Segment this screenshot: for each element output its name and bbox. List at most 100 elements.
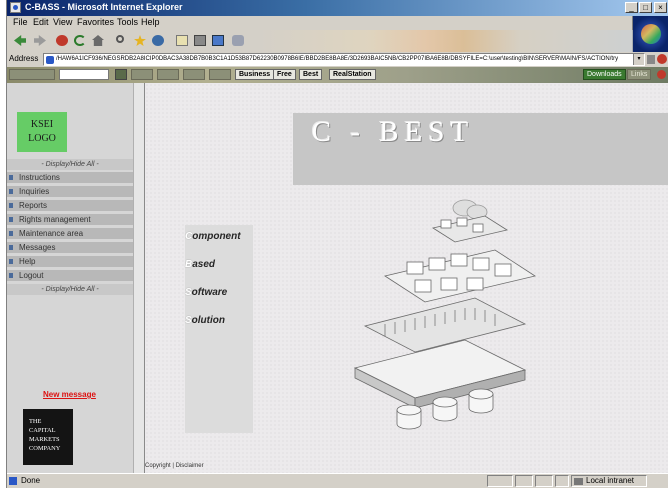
link-button-4[interactable] bbox=[209, 69, 231, 80]
status-pane bbox=[535, 475, 553, 487]
acronym-solution: Solution bbox=[185, 315, 225, 326]
browser-window: C-BASS - Microsoft Internet Explorer _ □… bbox=[6, 0, 668, 488]
links-search-input[interactable] bbox=[59, 69, 109, 80]
menu-edit[interactable]: Edit bbox=[33, 17, 49, 27]
display-hide-all-bottom[interactable]: - Display/Hide All - bbox=[7, 284, 133, 295]
page-title: C - BEST bbox=[311, 116, 475, 148]
minimize-button[interactable]: _ bbox=[625, 2, 638, 13]
link-button-1[interactable] bbox=[131, 69, 153, 80]
page-content: KSEI LOGO - Display/Hide All - Instructi… bbox=[7, 83, 668, 473]
menu-bar: File Edit View Favorites Tools Help bbox=[7, 16, 668, 30]
nav-item-instructions[interactable]: Instructions bbox=[7, 172, 133, 183]
new-message-link[interactable]: New message bbox=[43, 390, 96, 399]
window-title: C-BASS - Microsoft Internet Explorer bbox=[25, 2, 183, 12]
link-free[interactable]: Free bbox=[273, 69, 296, 80]
page-done-icon bbox=[9, 477, 17, 485]
acronym-software: Software bbox=[185, 287, 228, 298]
display-hide-all-top[interactable]: - Display/Hide All - bbox=[7, 159, 133, 170]
main-frame: C - BEST Component Based Software Soluti… bbox=[145, 83, 668, 473]
document-icon bbox=[414, 279, 432, 293]
mail-icon[interactable] bbox=[173, 32, 191, 49]
go-icon[interactable] bbox=[647, 55, 655, 64]
intranet-icon bbox=[574, 478, 583, 485]
menu-file[interactable]: File bbox=[13, 17, 28, 27]
links-go-icon[interactable] bbox=[115, 69, 127, 80]
address-input[interactable]: /HAW6A1ICF936/NEGSRDB2A8ICIP0DBAC3A38DB7… bbox=[43, 53, 645, 66]
close-button[interactable]: × bbox=[654, 2, 667, 13]
links-toolbar: Business Free Best RealStation Downloads… bbox=[7, 67, 668, 83]
nav-item-rights-management[interactable]: Rights management bbox=[7, 214, 133, 225]
title-bar: C-BASS - Microsoft Internet Explorer _ □… bbox=[7, 0, 668, 16]
go-area bbox=[647, 53, 668, 66]
acronym-panel: Component Based Software Solution bbox=[185, 225, 253, 433]
document-icon bbox=[450, 253, 468, 267]
standard-toolbar bbox=[7, 30, 633, 52]
history-icon[interactable] bbox=[149, 32, 167, 49]
address-dropdown-icon[interactable]: ▾ bbox=[633, 54, 644, 65]
acronym-component: Component bbox=[185, 231, 241, 242]
database-icon bbox=[468, 388, 494, 400]
document-icon bbox=[440, 277, 458, 291]
nav-item-maintenance-area[interactable]: Maintenance area bbox=[7, 228, 133, 239]
menu-favorites[interactable]: Favorites bbox=[77, 17, 114, 27]
copyright-links[interactable]: Copyright | Disclaimer bbox=[145, 463, 204, 469]
document-icon bbox=[466, 277, 484, 291]
stop-icon[interactable] bbox=[53, 32, 71, 49]
navigation-menu: - Display/Hide All - Instructions Inquir… bbox=[7, 159, 133, 303]
link-best[interactable]: Best bbox=[299, 69, 323, 80]
cbest-banner: C - BEST bbox=[293, 113, 668, 185]
nav-item-reports[interactable]: Reports bbox=[7, 200, 133, 211]
bullet-icon bbox=[9, 217, 13, 222]
screen-icon bbox=[472, 223, 484, 233]
screen-icon bbox=[440, 219, 452, 229]
nav-item-inquiries[interactable]: Inquiries bbox=[7, 186, 133, 197]
status-pane bbox=[487, 475, 513, 487]
link-business[interactable]: Business bbox=[235, 69, 275, 80]
component-layer bbox=[363, 297, 527, 353]
bullet-icon bbox=[9, 231, 13, 236]
document-icon bbox=[494, 263, 512, 277]
back-icon[interactable] bbox=[11, 32, 29, 49]
search-icon[interactable] bbox=[113, 32, 131, 49]
security-zone: Local intranet bbox=[571, 475, 647, 487]
status-bar: Done Local intranet bbox=[7, 473, 668, 488]
edit-icon[interactable] bbox=[209, 32, 227, 49]
link-links[interactable]: Links bbox=[627, 69, 652, 80]
links-extra-icon[interactable] bbox=[657, 70, 666, 79]
link-button-3[interactable] bbox=[183, 69, 205, 80]
ie-window-icon[interactable] bbox=[10, 2, 21, 13]
menu-tools[interactable]: Tools bbox=[117, 17, 138, 27]
status-pane bbox=[515, 475, 533, 487]
screen-icon bbox=[456, 217, 468, 227]
nav-item-help[interactable]: Help bbox=[7, 256, 133, 267]
architecture-illustration bbox=[353, 199, 537, 430]
link-downloads[interactable]: Downloads bbox=[583, 69, 626, 80]
favorites-icon[interactable] bbox=[131, 32, 149, 49]
database-icon bbox=[432, 396, 458, 408]
menu-view[interactable]: View bbox=[53, 17, 72, 27]
frame-divider[interactable] bbox=[133, 83, 145, 473]
address-label: Address bbox=[9, 54, 39, 63]
navigation-frame: KSEI LOGO - Display/Hide All - Instructi… bbox=[7, 83, 133, 473]
forward-icon[interactable] bbox=[31, 32, 49, 49]
stop-addr-icon[interactable] bbox=[657, 54, 667, 64]
nav-item-logout[interactable]: Logout bbox=[7, 270, 133, 281]
nav-item-messages[interactable]: Messages bbox=[7, 242, 133, 253]
menu-help[interactable]: Help bbox=[141, 17, 160, 27]
refresh-icon[interactable] bbox=[71, 32, 89, 49]
status-pane bbox=[555, 475, 569, 487]
home-icon[interactable] bbox=[89, 32, 107, 49]
ksei-logo: KSEI LOGO bbox=[17, 112, 67, 152]
links-label bbox=[9, 69, 55, 80]
bullet-icon bbox=[9, 273, 13, 278]
status-text: Done bbox=[21, 476, 41, 485]
address-value: /HAW6A1ICF936/NEGSRDB2A8ICIP0DBAC3A38DB7… bbox=[56, 56, 619, 62]
link-button-2[interactable] bbox=[157, 69, 179, 80]
document-icon bbox=[406, 261, 424, 275]
maximize-button[interactable]: □ bbox=[639, 2, 652, 13]
discuss-icon[interactable] bbox=[229, 32, 247, 49]
address-bar: Address /HAW6A1ICF936/NEGSRDB2A8ICIP0DBA… bbox=[7, 52, 668, 67]
bullet-icon bbox=[9, 203, 13, 208]
link-realstation[interactable]: RealStation bbox=[329, 69, 376, 80]
print-icon[interactable] bbox=[191, 32, 209, 49]
